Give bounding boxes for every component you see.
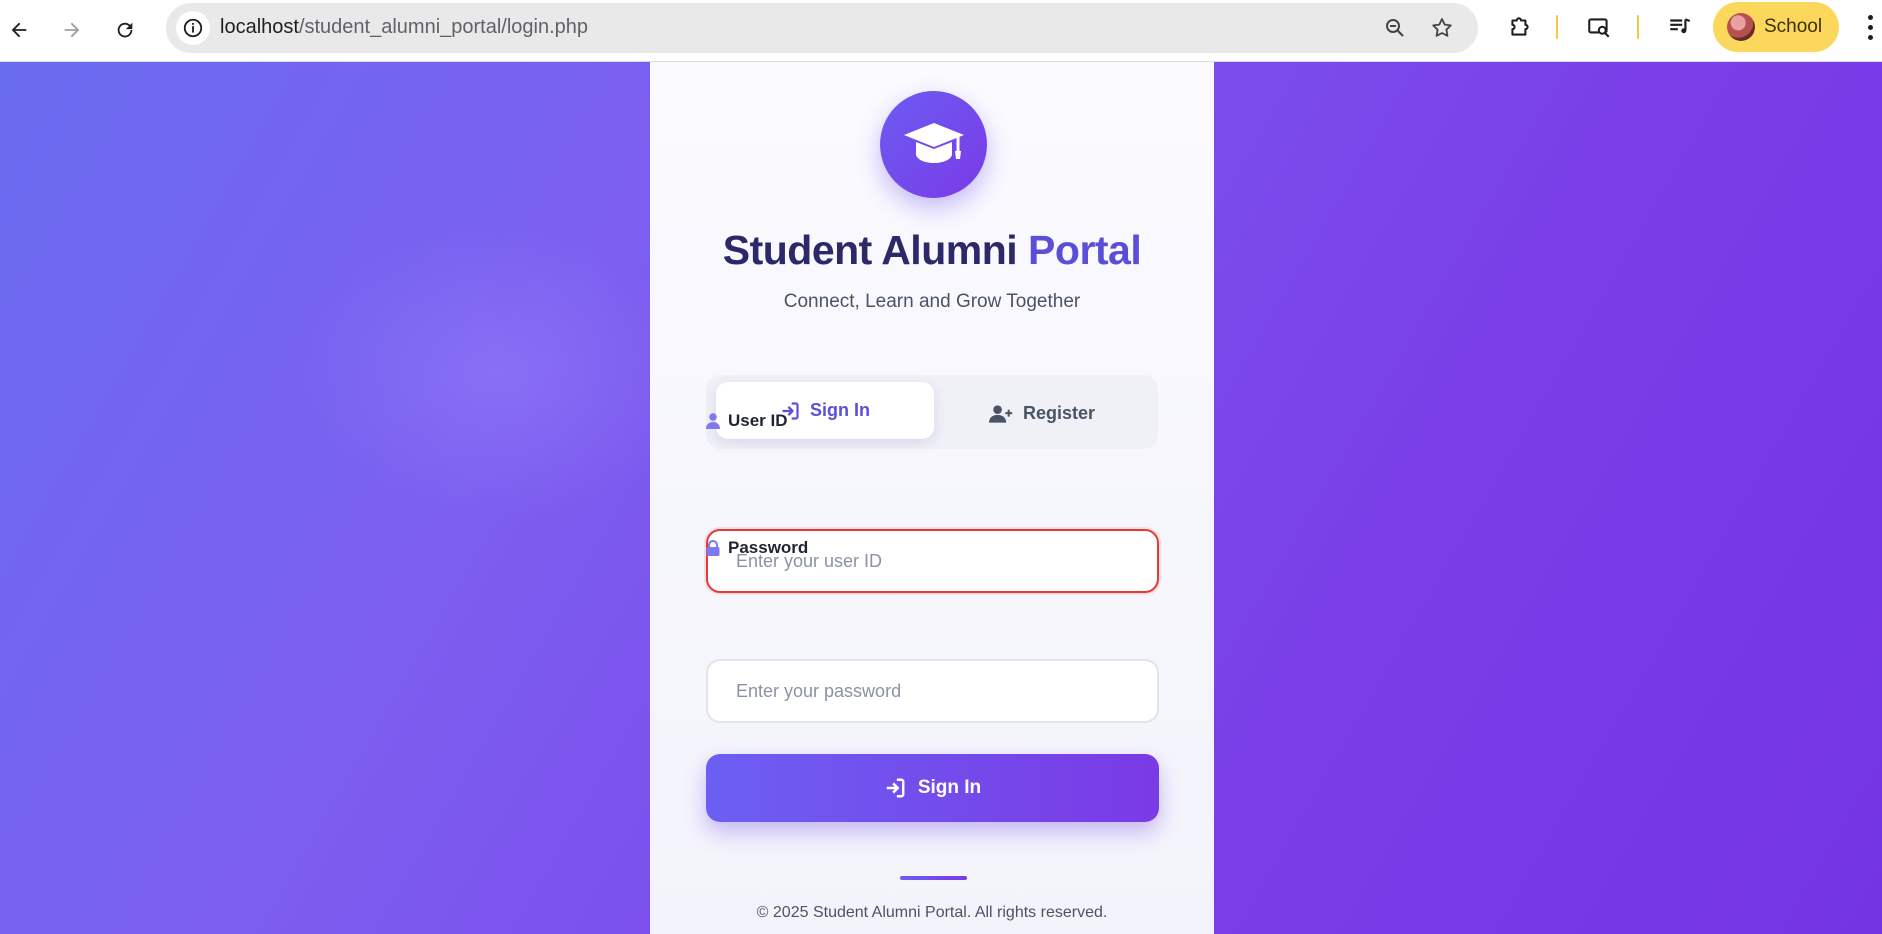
lock-icon [706, 540, 720, 556]
zoom-button[interactable] [1382, 15, 1408, 41]
page-title: Student Alumni Portal [650, 227, 1214, 274]
media-queue-icon [1670, 18, 1691, 34]
password-input[interactable] [706, 659, 1159, 723]
divider [900, 876, 967, 880]
sign-in-button-label: Sign In [917, 777, 982, 798]
extensions-icon [1511, 17, 1529, 36]
tab-sign-in-label: Sign In [810, 400, 870, 420]
tab-register-label: Register [1022, 403, 1096, 423]
login-card: Student Alumni Portal Connect, Learn and… [650, 62, 1214, 934]
site-info-button[interactable] [176, 11, 210, 45]
avatar [1727, 13, 1755, 41]
back-arrow-icon [11, 22, 27, 38]
sign-in-button[interactable]: Sign In [706, 754, 1159, 822]
reload-button[interactable] [106, 11, 144, 49]
page-subtitle: Connect, Learn and Grow Together [783, 291, 1081, 312]
zoom-icon [1386, 19, 1404, 37]
forward-arrow-icon [64, 22, 80, 38]
page-background: Student Alumni Portal Connect, Learn and… [0, 62, 1882, 934]
user-id-label-text: User ID [728, 411, 788, 430]
footer-copyright: © 2025 Student Alumni Portal. All rights… [756, 904, 1108, 921]
bookmark-star-icon [1432, 18, 1452, 37]
profile-name: School [1764, 16, 1823, 37]
extensions-button[interactable] [1506, 13, 1534, 41]
user-id-label: User ID [706, 411, 788, 431]
user-plus-icon [988, 404, 1013, 423]
media-queue-button[interactable] [1666, 13, 1694, 41]
sign-in-icon [886, 778, 905, 798]
back-button[interactable] [0, 11, 38, 49]
logo [880, 91, 987, 198]
password-label-text: Password [728, 538, 809, 557]
title-word-alumni: Alumni [881, 227, 1018, 273]
user-icon [706, 413, 720, 429]
browser-toolbar: localhost/student_alumni_portal/login.ph… [0, 0, 1882, 62]
address-bar[interactable]: localhost/student_alumni_portal/login.ph… [166, 3, 1478, 53]
url-host: localhost [220, 16, 299, 38]
url-path: /student_alumni_portal/login.php [298, 16, 589, 38]
graduation-cap-icon [903, 122, 964, 163]
password-label: Password [706, 538, 808, 558]
profile-button[interactable]: School [1713, 2, 1839, 52]
reload-icon [117, 22, 133, 38]
google-lens-icon [1588, 18, 1610, 38]
toolbar-separator [1556, 15, 1558, 39]
url-text[interactable]: localhost/student_alumni_portal/login.ph… [220, 16, 588, 39]
title-word-portal: Portal [1028, 227, 1142, 273]
title-word-student: Student [722, 227, 873, 273]
toolbar-separator [1637, 15, 1639, 39]
menu-icon[interactable] [1862, 12, 1878, 42]
forward-button[interactable] [53, 11, 91, 49]
tab-register[interactable]: Register [933, 385, 1151, 442]
google-lens-button[interactable] [1585, 13, 1613, 41]
bookmark-button[interactable] [1429, 15, 1455, 41]
site-info-icon [183, 18, 203, 38]
